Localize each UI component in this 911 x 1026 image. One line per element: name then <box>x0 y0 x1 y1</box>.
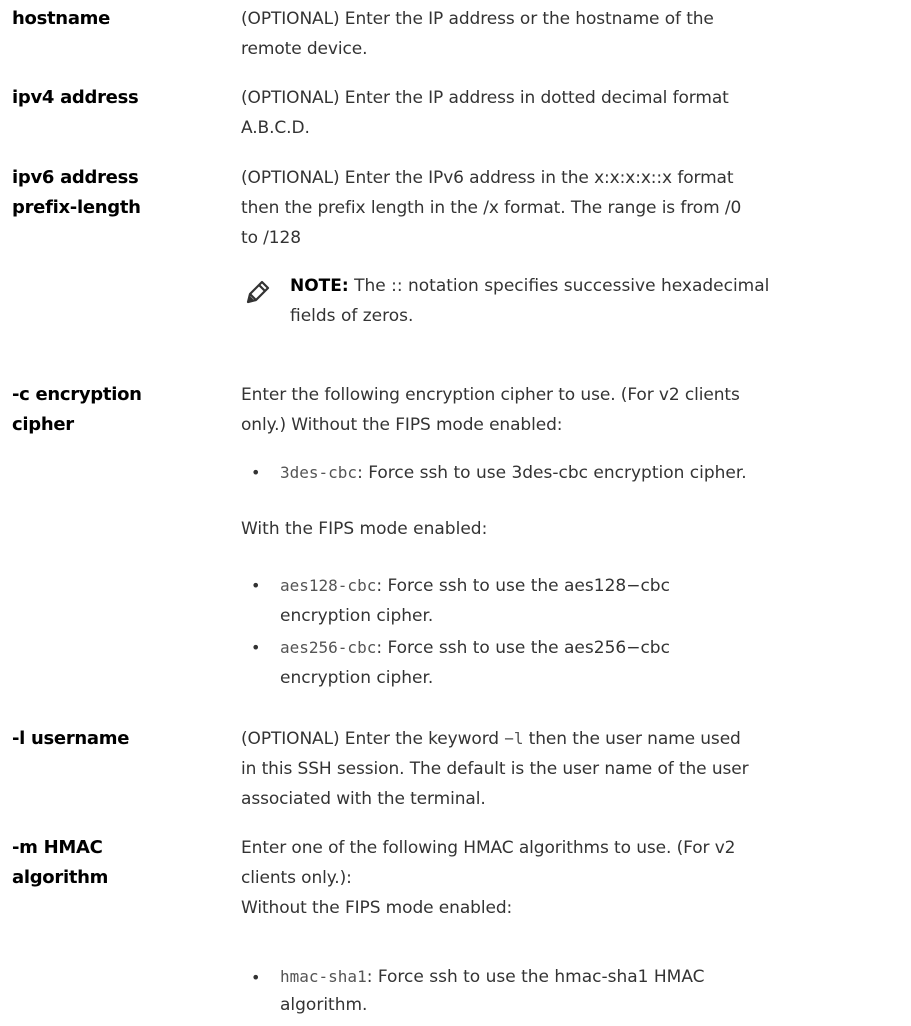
definition-line: then the prefix length in the /x format.… <box>241 198 742 218</box>
definition-text: (OPTIONAL) Enter the keyword <box>241 729 505 749</box>
definition-line: only.) Without the FIPS mode enabled: <box>241 415 563 435</box>
definition-line: A.B.C.D. <box>241 118 310 138</box>
definition-line: in this SSH session. The default is the … <box>241 759 749 779</box>
bullet-line: aes128-cbc: Force ssh to use the aes128−… <box>280 571 880 601</box>
bullet-text: : Force ssh to use the aes256−cbc <box>376 638 670 658</box>
note-line: fields of zeros. <box>290 306 414 326</box>
code-keyword: 3des-cbc <box>280 463 358 482</box>
definition-line: Enter one of the following HMAC algorith… <box>241 838 736 858</box>
term-line: algorithm <box>12 867 109 888</box>
note-line: NOTE: The :: notation specifies successi… <box>290 271 890 301</box>
bullet-icon: • <box>251 463 261 482</box>
definition-line: (OPTIONAL) Enter the IP address or the h… <box>241 9 714 29</box>
param-term: ipv6 address prefix-length <box>12 163 141 223</box>
bullet-line: aes256-cbc: Force ssh to use the aes256−… <box>280 633 880 663</box>
term-line: -c encryption <box>12 384 142 405</box>
paragraph: With the FIPS mode enabled: <box>241 519 488 539</box>
bullet-line: hmac-sha1: Force ssh to use the hmac-sha… <box>280 963 880 991</box>
definition-line: clients only.): <box>241 868 352 888</box>
param-term: -l username <box>12 724 129 754</box>
bullet-line: encryption cipher. <box>280 606 434 626</box>
definition-line: (OPTIONAL) Enter the IP address in dotte… <box>241 88 729 108</box>
term-line: -l username <box>12 728 130 749</box>
param-definition: Enter one of the following HMAC algorith… <box>241 833 866 923</box>
note-label: NOTE: <box>290 276 349 296</box>
code-keyword: hmac-sha1 <box>280 967 367 986</box>
param-term: -c encryption cipher <box>12 380 142 440</box>
bullet-body: hmac-sha1: Force ssh to use the hmac-sha… <box>280 963 880 1019</box>
pencil-note-icon <box>245 279 271 305</box>
param-definition: (OPTIONAL) Enter the IPv6 address in the… <box>241 163 866 253</box>
bullet-icon: • <box>251 576 261 595</box>
bullet-line: algorithm. <box>280 995 368 1015</box>
definition-line: (OPTIONAL) Enter the keyword −l then the… <box>241 724 866 754</box>
term-line: hostname <box>12 8 111 29</box>
param-definition: (OPTIONAL) Enter the IP address in dotte… <box>241 83 866 143</box>
code-keyword: aes128-cbc <box>280 576 377 595</box>
definition-line: remote device. <box>241 39 368 59</box>
param-term: ipv4 address <box>12 83 139 113</box>
definition-line: (OPTIONAL) Enter the IPv6 address in the… <box>241 168 734 188</box>
bullet-text: : Force ssh to use the aes128−cbc <box>376 576 670 596</box>
param-definition: (OPTIONAL) Enter the keyword −l then the… <box>241 724 866 814</box>
param-definition: Enter the following encryption cipher to… <box>241 380 866 440</box>
definition-text: then the user name used <box>523 729 741 749</box>
bullet-body: aes256-cbc: Force ssh to use the aes256−… <box>280 633 880 693</box>
param-term: -m HMAC algorithm <box>12 833 108 893</box>
bullet-line: encryption cipher. <box>280 668 434 688</box>
param-term: hostname <box>12 4 110 34</box>
term-line: -m HMAC <box>12 837 103 858</box>
bullet-text: : Force ssh to use 3des-cbc encryption c… <box>357 463 747 483</box>
bullet-body: 3des-cbc: Force ssh to use 3des-cbc encr… <box>280 458 880 488</box>
term-line: prefix-length <box>12 197 141 218</box>
note-text: NOTE: The :: notation specifies successi… <box>290 271 890 331</box>
note-line-text: The :: notation specifies successive hex… <box>348 276 770 296</box>
definition-line: associated with the terminal. <box>241 789 486 809</box>
bullet-icon: • <box>251 968 261 987</box>
code-keyword: −l <box>504 729 524 748</box>
term-line: ipv4 address <box>12 87 139 108</box>
bullet-body: aes128-cbc: Force ssh to use the aes128−… <box>280 571 880 631</box>
term-line: cipher <box>12 414 74 435</box>
param-definition: (OPTIONAL) Enter the IP address or the h… <box>241 4 866 64</box>
code-keyword: aes256-cbc <box>280 638 377 657</box>
definition-line: Enter the following encryption cipher to… <box>241 385 740 405</box>
term-line: ipv6 address <box>12 167 139 188</box>
definition-line: to /128 <box>241 228 301 248</box>
bullet-icon: • <box>251 638 261 657</box>
bullet-text: : Force ssh to use the hmac-sha1 HMAC <box>366 967 705 987</box>
definition-line: Without the FIPS mode enabled: <box>241 898 513 918</box>
